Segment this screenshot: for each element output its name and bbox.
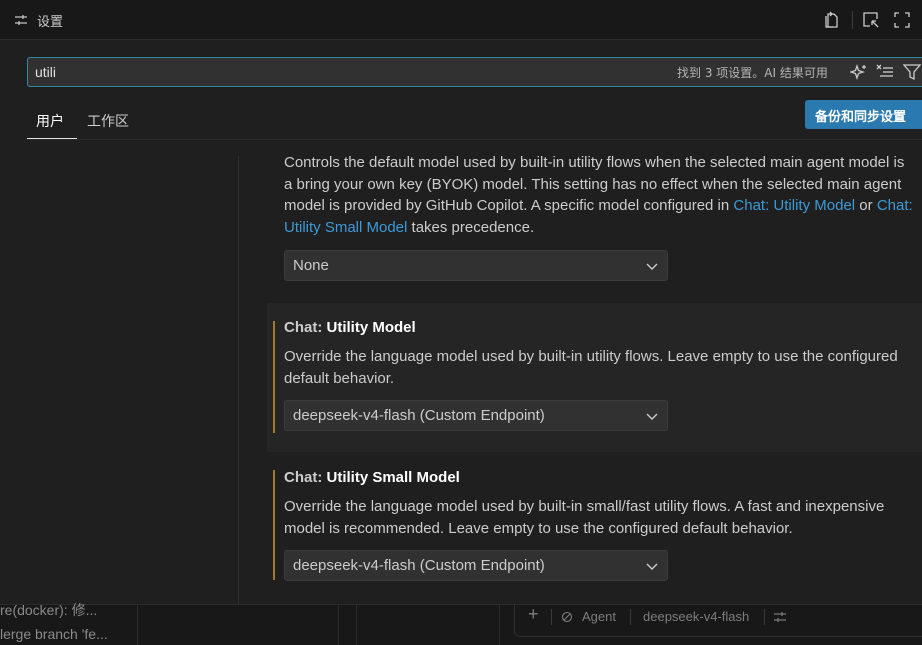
editor-title: 设置 — [37, 15, 64, 30]
chevron-down-icon — [646, 563, 658, 570]
tab-workspace[interactable]: 工作区 — [87, 111, 129, 131]
setting-category: Chat: — [284, 469, 327, 486]
split-editor-icon — [863, 12, 879, 28]
add-context-button[interactable]: + — [528, 604, 539, 625]
modified-indicator — [273, 470, 275, 580]
open-json-icon — [825, 11, 838, 28]
setting-title: Chat: Utility Small Model — [284, 469, 460, 486]
setting-description: Override the language model used by buil… — [284, 348, 898, 387]
panel-divider — [137, 604, 138, 645]
panel-divider — [356, 604, 357, 645]
utility-model-select[interactable]: deepseek-v4-flash (Custom Endpoint) — [284, 400, 668, 431]
backup-sync-settings-button[interactable]: 备份和同步设置 — [805, 100, 922, 129]
chevron-down-icon — [646, 263, 658, 270]
agent-mode-picker[interactable]: Agent — [582, 609, 616, 624]
panel-divider — [499, 604, 500, 645]
model-picker[interactable]: deepseek-v4-flash — [643, 609, 749, 624]
agent-mode-icon — [561, 611, 573, 623]
select-value: None — [293, 257, 329, 274]
setting-title: Chat: Utility Model — [284, 319, 416, 336]
commit-item[interactable]: lerge branch 'fe... — [0, 626, 108, 642]
title-divider — [852, 11, 853, 29]
chat-divider — [551, 609, 552, 625]
editor-tab-bar: 设置 — [0, 0, 922, 40]
chat-divider — [630, 609, 631, 625]
commit-item[interactable]: re(docker): 修... — [0, 600, 97, 620]
select-value: deepseek-v4-flash (Custom Endpoint) — [293, 407, 545, 424]
filter-icon[interactable] — [903, 63, 921, 81]
ai-sparkle-icon[interactable] — [850, 63, 868, 81]
setting-name: Utility Small Model — [326, 469, 460, 486]
default-utility-model-description: Controls the default model used by built… — [284, 152, 914, 238]
settings-sliders-icon — [15, 15, 27, 25]
chat-divider — [764, 609, 765, 625]
settings-search-input[interactable] — [35, 62, 635, 82]
tabs-divider — [27, 139, 922, 140]
description-text: takes precedence. — [407, 218, 535, 236]
search-result-count: 找到 3 项设置。AI 结果可用 — [677, 66, 828, 80]
clear-filter-icon[interactable] — [876, 63, 894, 81]
toc-divider — [238, 156, 239, 604]
setting-category: Chat: — [284, 319, 327, 336]
maximize-icon — [894, 12, 910, 28]
maximize-button[interactable] — [891, 9, 913, 31]
panel-divider — [338, 604, 339, 645]
default-utility-model-select[interactable]: None — [284, 250, 668, 281]
setting-name: Utility Model — [326, 319, 416, 336]
tab-user[interactable]: 用户 — [36, 111, 64, 131]
open-settings-json-button[interactable] — [821, 9, 843, 31]
utility-small-model-select[interactable]: deepseek-v4-flash (Custom Endpoint) — [284, 550, 668, 581]
split-editor-button[interactable] — [860, 9, 882, 31]
tools-config-icon[interactable] — [773, 610, 787, 624]
setting-description: Override the language model used by buil… — [284, 498, 885, 537]
description-text: or — [855, 197, 877, 214]
settings-search-box[interactable]: 找到 3 项设置。AI 结果可用 — [27, 57, 922, 87]
modified-indicator — [273, 321, 275, 433]
select-value: deepseek-v4-flash (Custom Endpoint) — [293, 557, 545, 574]
chevron-down-icon — [646, 413, 658, 420]
utility-model-link[interactable]: Chat: Utility Model — [733, 197, 855, 214]
